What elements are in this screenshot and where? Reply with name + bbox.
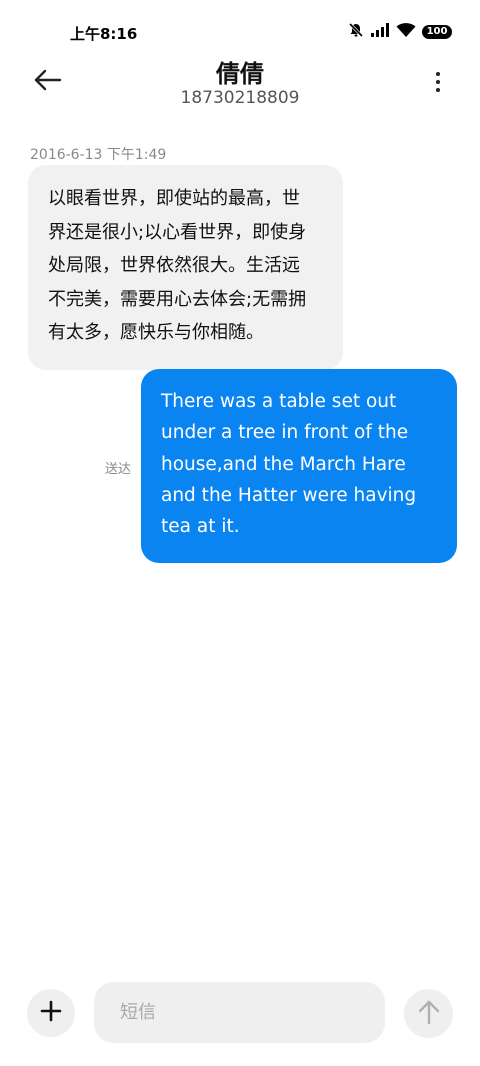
message-line: 以眼看世界，即使站的最高，世	[48, 188, 300, 209]
wifi-icon	[396, 22, 416, 42]
more-vertical-icon	[436, 72, 440, 76]
arrow-up-icon	[417, 999, 441, 1029]
incoming-message-bubble[interactable]: 以眼看世界，即使站的最高，世 界还是很小;以心看世界，即使身 处局限，世界依然很…	[28, 165, 343, 370]
signal-icon	[370, 22, 390, 42]
message-line: 处局限，世界依然很大。生活远	[48, 255, 300, 276]
mute-icon	[348, 22, 364, 42]
add-attachment-button[interactable]	[27, 989, 75, 1037]
send-button[interactable]	[404, 989, 453, 1038]
message-line: 有太多，愿快乐与你相随。	[48, 322, 264, 343]
contact-number: 18730218809	[180, 88, 300, 108]
message-line: 不完美，需要用心去体会;无需拥	[48, 288, 307, 310]
outgoing-message-bubble[interactable]: There was a table set out under a tree i…	[141, 369, 457, 563]
message-input[interactable]	[94, 982, 385, 1043]
message-line: and the Hatter were having	[161, 484, 417, 506]
status-time: 上午8:16	[70, 25, 138, 43]
battery-icon: 100	[422, 25, 452, 39]
conversation-header: 倩倩 18730218809	[0, 50, 480, 120]
plus-icon	[39, 999, 63, 1027]
message-line: under a tree in front of the	[161, 422, 409, 444]
message-line: 界还是很小;以心看世界，即使身	[48, 221, 307, 243]
message-timestamp: 2016-6-13 下午1:49	[30, 147, 167, 163]
delivery-status: 送达	[105, 462, 132, 477]
message-line: house,and the March Hare	[161, 453, 406, 475]
message-line: There was a table set out	[161, 391, 397, 412]
more-options-button[interactable]	[426, 64, 450, 100]
message-line: tea at it.	[161, 516, 240, 538]
contact-name: 倩倩	[216, 60, 264, 88]
status-icons: 100	[348, 22, 452, 42]
